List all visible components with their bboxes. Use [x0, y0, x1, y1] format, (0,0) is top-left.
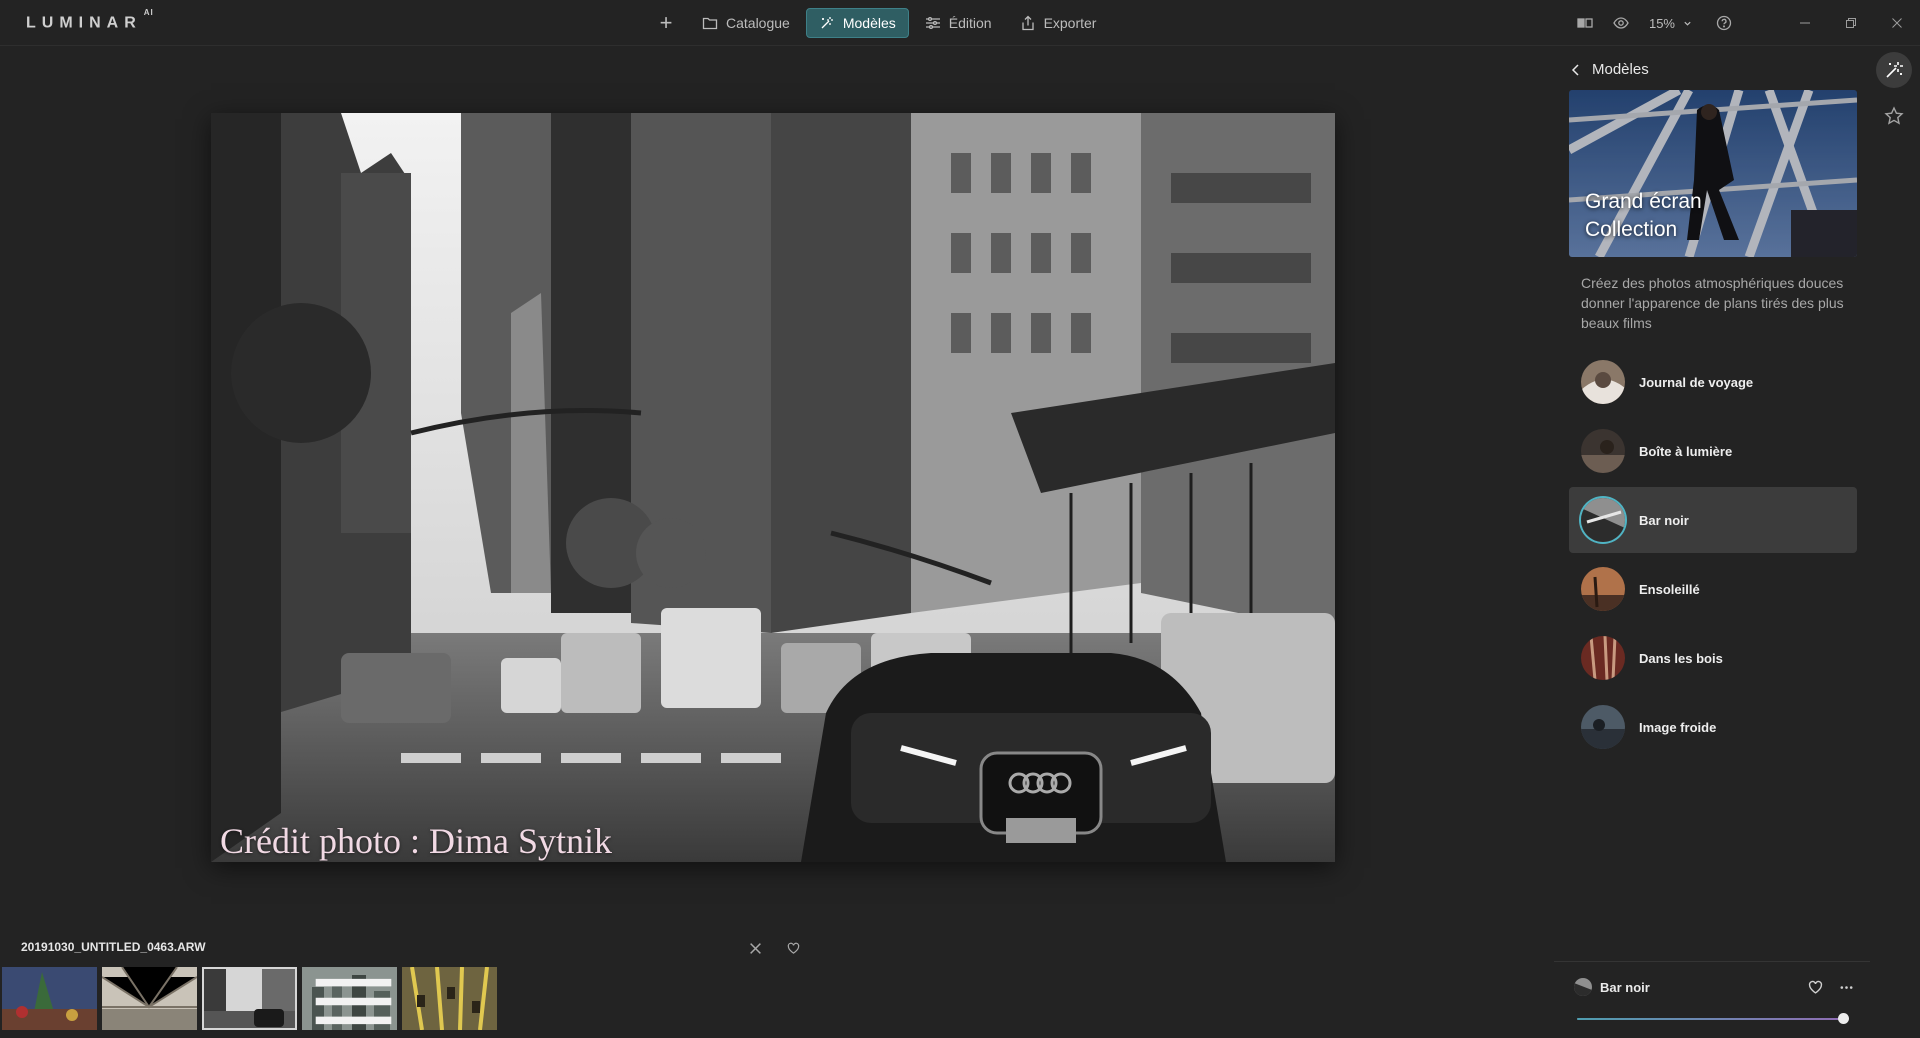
slider-handle[interactable] [1838, 1013, 1849, 1024]
filmstrip-thumb-selected[interactable] [202, 967, 297, 1030]
reject-button[interactable] [745, 938, 765, 958]
top-right-controls: 15% [1567, 0, 1920, 46]
photo-credit: Crédit photo : Dima Sytnik [220, 821, 612, 861]
slider-fill [1577, 1018, 1843, 1020]
applied-preset-thumbnail [1574, 978, 1592, 996]
favorite-photo-button[interactable] [783, 938, 803, 958]
preset-list: Journal de voyage Boîte à lumière Bar no… [1569, 349, 1857, 763]
eye-icon [1613, 17, 1629, 29]
street-photo-image [211, 113, 1335, 862]
compare-button[interactable] [1567, 8, 1603, 38]
templates-tool-button[interactable] [1876, 52, 1912, 88]
heart-icon [787, 942, 799, 954]
heart-icon[interactable] [1808, 980, 1823, 995]
add-photos-button[interactable]: + [650, 8, 682, 38]
preset-image-froide[interactable]: Image froide [1569, 694, 1857, 760]
restore-button[interactable] [1828, 8, 1874, 38]
app-logo: LUMINARAI [26, 8, 154, 32]
preset-thumbnail [1581, 360, 1625, 404]
tab-modeles[interactable]: Modèles [805, 8, 909, 38]
folder-icon [702, 17, 718, 30]
applied-preset-label: Bar noir [1600, 979, 1650, 995]
zoom-dropdown[interactable]: 15% [1649, 16, 1692, 31]
favorites-tool-button[interactable] [1876, 98, 1912, 134]
magic-wand-icon [821, 17, 833, 29]
preset-thumbnail [1581, 429, 1625, 473]
filmstrip-thumb[interactable] [102, 967, 197, 1030]
chevron-down-icon [1684, 21, 1691, 26]
help-button[interactable] [1706, 8, 1742, 38]
preset-journal-de-voyage[interactable]: Journal de voyage [1569, 349, 1857, 415]
preset-thumbnail [1581, 705, 1625, 749]
filmstrip [2, 967, 497, 1030]
filmstrip-thumb[interactable] [402, 967, 497, 1030]
minimize-button[interactable] [1782, 8, 1828, 38]
edited-badge-icon [315, 978, 392, 1025]
preset-thumbnail [1581, 498, 1625, 542]
preset-ensoleille[interactable]: Ensoleillé [1569, 556, 1857, 622]
applied-preset-panel: Bar noir [1554, 961, 1870, 1038]
preset-bar-noir[interactable]: Bar noir [1569, 487, 1857, 553]
panel-back-button[interactable]: Modèles [1570, 61, 1649, 78]
collection-title: Grand écran Collection [1585, 190, 1702, 241]
share-icon [1021, 15, 1034, 31]
main-nav: + Catalogue Modèles Édition Exporter [650, 8, 1108, 38]
collection-card[interactable]: Grand écran Collection [1569, 90, 1857, 257]
preset-amount-slider[interactable] [1577, 1013, 1849, 1024]
filmstrip-actions [745, 938, 803, 958]
more-options-icon[interactable] [1839, 980, 1854, 995]
star-icon [1884, 106, 1904, 125]
close-icon [1892, 18, 1902, 28]
chevron-left-icon [1571, 63, 1579, 76]
magic-wand-icon [1886, 62, 1903, 78]
panel-title: Modèles [1592, 61, 1649, 78]
sliders-icon [925, 16, 940, 30]
minimize-icon [1800, 22, 1810, 24]
current-filename: 20191030_UNTITLED_0463.ARW [21, 940, 206, 954]
tab-catalogue[interactable]: Catalogue [690, 8, 802, 38]
main-photo[interactable]: Crédit photo : Dima Sytnik [211, 113, 1335, 862]
preview-button[interactable] [1603, 8, 1639, 38]
close-window-button[interactable] [1874, 8, 1920, 38]
preset-dans-les-bois[interactable]: Dans les bois [1569, 625, 1857, 691]
close-icon [749, 942, 761, 954]
help-icon [1716, 15, 1732, 31]
filmstrip-thumb[interactable] [302, 967, 397, 1030]
side-rail [1876, 52, 1916, 144]
preset-thumbnail [1581, 567, 1625, 611]
tab-exporter[interactable]: Exporter [1008, 8, 1109, 38]
preset-boite-a-lumiere[interactable]: Boîte à lumière [1569, 418, 1857, 484]
top-bar: LUMINARAI + Catalogue Modèles Édition Ex… [0, 0, 1920, 46]
preset-thumbnail [1581, 636, 1625, 680]
compare-icon [1577, 18, 1593, 28]
templates-panel: Modèles Grand écran Collection Créez des… [1554, 47, 1870, 1038]
filmstrip-thumb[interactable] [2, 967, 97, 1030]
collection-description: Créez des photos atmosphériques douces d… [1581, 275, 1844, 331]
tab-edition[interactable]: Édition [913, 8, 1004, 38]
restore-icon [1846, 18, 1856, 28]
